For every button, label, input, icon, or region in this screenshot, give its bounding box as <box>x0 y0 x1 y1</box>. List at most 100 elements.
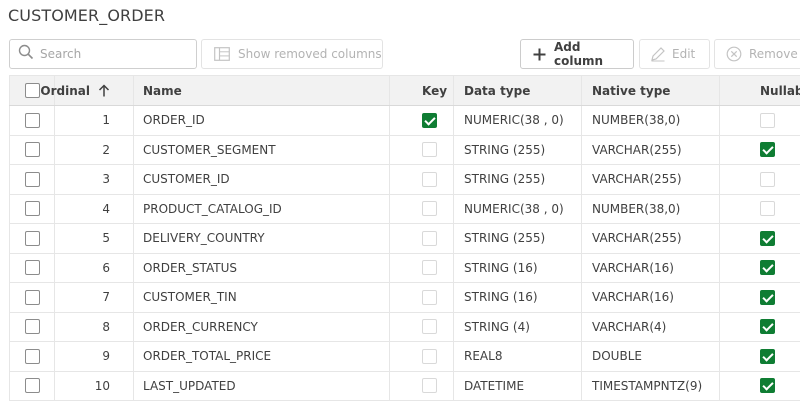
nullable-checkbox[interactable] <box>760 319 775 335</box>
header-ordinal[interactable]: Ordinal <box>40 76 134 105</box>
header-native-type[interactable]: Native type <box>582 76 720 105</box>
row-select-checkbox[interactable] <box>24 230 40 246</box>
key-checkbox[interactable] <box>422 348 437 364</box>
data-type-cell: STRING (255) <box>454 165 582 194</box>
row-select-cell <box>9 224 55 253</box>
row-select-checkbox[interactable] <box>24 171 40 187</box>
nullable-checkbox[interactable] <box>760 201 775 217</box>
table-row[interactable]: 2 CUSTOMER_SEGMENT STRING (255) VARCHAR(255… <box>9 135 800 165</box>
nullable-cell <box>720 254 800 283</box>
data-type-cell: STRING (4) <box>454 312 582 341</box>
header-name[interactable]: Name <box>134 76 390 105</box>
nullable-checkbox[interactable] <box>760 289 775 305</box>
select-all-checkbox[interactable] <box>24 83 40 98</box>
key-cell <box>390 106 454 135</box>
table-row[interactable]: 8 ORDER_CURRENCY STRING (4) VARCHAR(4) <box>9 312 800 342</box>
nullable-checkbox[interactable] <box>760 230 775 246</box>
key-checkbox[interactable] <box>422 201 437 217</box>
key-cell <box>390 135 454 164</box>
key-checkbox[interactable] <box>422 230 437 246</box>
table-row[interactable]: 5 DELIVERY_COUNTRY STRING (255) VARCHAR(255… <box>9 224 800 254</box>
search-input[interactable] <box>40 47 190 61</box>
key-checkbox[interactable] <box>422 289 437 305</box>
table-row[interactable]: 4 PRODUCT_CATALOG_ID NUMERIC(38 , 0) NUMBER… <box>9 194 800 224</box>
nullable-cell <box>720 165 800 194</box>
nullable-cell <box>720 372 800 401</box>
search-box[interactable] <box>9 39 197 69</box>
pencil-icon <box>650 46 666 62</box>
key-checkbox[interactable] <box>422 142 437 158</box>
row-select-checkbox[interactable] <box>24 112 40 128</box>
add-column-button[interactable]: Add column <box>520 39 634 69</box>
row-select-checkbox[interactable] <box>24 319 40 335</box>
data-type-cell: STRING (255) <box>454 135 582 164</box>
table-row[interactable]: 7 CUSTOMER_TIN STRING (16) VARCHAR(16) <box>9 283 800 313</box>
nullable-cell <box>720 106 800 135</box>
row-select-cell <box>9 106 55 135</box>
nullable-checkbox[interactable] <box>760 142 775 158</box>
native-type-cell: VARCHAR(16) <box>582 253 720 282</box>
data-type-cell: NUMERIC(38 , 0) <box>454 106 582 135</box>
ordinal-cell: 6 <box>55 253 134 282</box>
remove-button[interactable]: Remove <box>714 39 800 69</box>
table-row[interactable]: 1 ORDER_ID NUMERIC(38 , 0) NUMBER(38,0) <box>9 106 800 136</box>
row-select-checkbox[interactable] <box>24 289 40 305</box>
key-checkbox[interactable] <box>422 319 437 335</box>
nullable-cell <box>720 342 800 371</box>
table-row[interactable]: 9 ORDER_TOTAL_PRICE REAL8 DOUBLE <box>9 342 800 372</box>
data-type-cell: REAL8 <box>454 342 582 371</box>
data-type-cell: STRING (16) <box>454 283 582 312</box>
native-type-cell: TIMESTAMPNTZ(9) <box>582 371 720 400</box>
ordinal-cell: 1 <box>55 106 134 135</box>
header-ordinal-label: Ordinal <box>40 83 90 98</box>
search-icon <box>18 44 34 64</box>
table-header-row: Ordinal Name Key Data type Native type N… <box>9 75 800 106</box>
name-cell: ORDER_ID <box>134 106 390 135</box>
show-removed-columns-button[interactable]: Show removed columns <box>201 39 383 69</box>
row-select-checkbox[interactable] <box>24 142 40 158</box>
nullable-checkbox[interactable] <box>760 378 775 394</box>
key-cell <box>390 165 454 194</box>
row-select-cell <box>9 283 55 312</box>
nullable-checkbox[interactable] <box>760 348 775 364</box>
row-select-checkbox[interactable] <box>24 201 40 217</box>
row-select-cell <box>9 371 55 400</box>
ordinal-cell: 3 <box>55 165 134 194</box>
name-cell: ORDER_TOTAL_PRICE <box>134 342 390 371</box>
ordinal-cell: 9 <box>55 342 134 371</box>
edit-button[interactable]: Edit <box>639 39 710 69</box>
key-cell <box>390 342 454 371</box>
nullable-checkbox[interactable] <box>760 112 775 128</box>
nullable-checkbox[interactable] <box>760 260 775 276</box>
ordinal-cell: 5 <box>55 224 134 253</box>
key-checkbox[interactable] <box>422 260 437 276</box>
row-select-checkbox[interactable] <box>24 348 40 364</box>
table-row[interactable]: 3 CUSTOMER_ID STRING (255) VARCHAR(255) <box>9 165 800 195</box>
row-select-checkbox[interactable] <box>24 378 40 394</box>
remove-label: Remove <box>749 47 798 61</box>
key-checkbox[interactable] <box>422 171 437 187</box>
data-type-cell: STRING (16) <box>454 253 582 282</box>
add-column-label: Add column <box>554 40 604 68</box>
ordinal-cell: 4 <box>55 194 134 223</box>
data-type-cell: DATETIME <box>454 371 582 400</box>
key-cell <box>390 312 454 341</box>
plus-icon <box>533 48 546 61</box>
table-row[interactable]: 10 LAST_UPDATED DATETIME TIMESTAMPNTZ(9) <box>9 371 800 401</box>
row-select-checkbox[interactable] <box>24 260 40 276</box>
row-select-cell <box>9 165 55 194</box>
nullable-cell <box>720 313 800 342</box>
nullable-cell <box>720 136 800 165</box>
nullable-checkbox[interactable] <box>760 171 775 187</box>
name-cell: ORDER_STATUS <box>134 253 390 282</box>
header-nullable[interactable]: Nullable <box>720 76 800 105</box>
row-select-cell <box>9 135 55 164</box>
remove-circle-icon <box>726 46 742 62</box>
key-checkbox[interactable] <box>422 378 437 394</box>
header-data-type[interactable]: Data type <box>454 76 582 105</box>
header-key[interactable]: Key <box>390 76 454 105</box>
edit-label: Edit <box>672 47 696 61</box>
key-checkbox[interactable] <box>422 112 437 128</box>
nullable-cell <box>720 195 800 224</box>
table-row[interactable]: 6 ORDER_STATUS STRING (16) VARCHAR(16) <box>9 253 800 283</box>
